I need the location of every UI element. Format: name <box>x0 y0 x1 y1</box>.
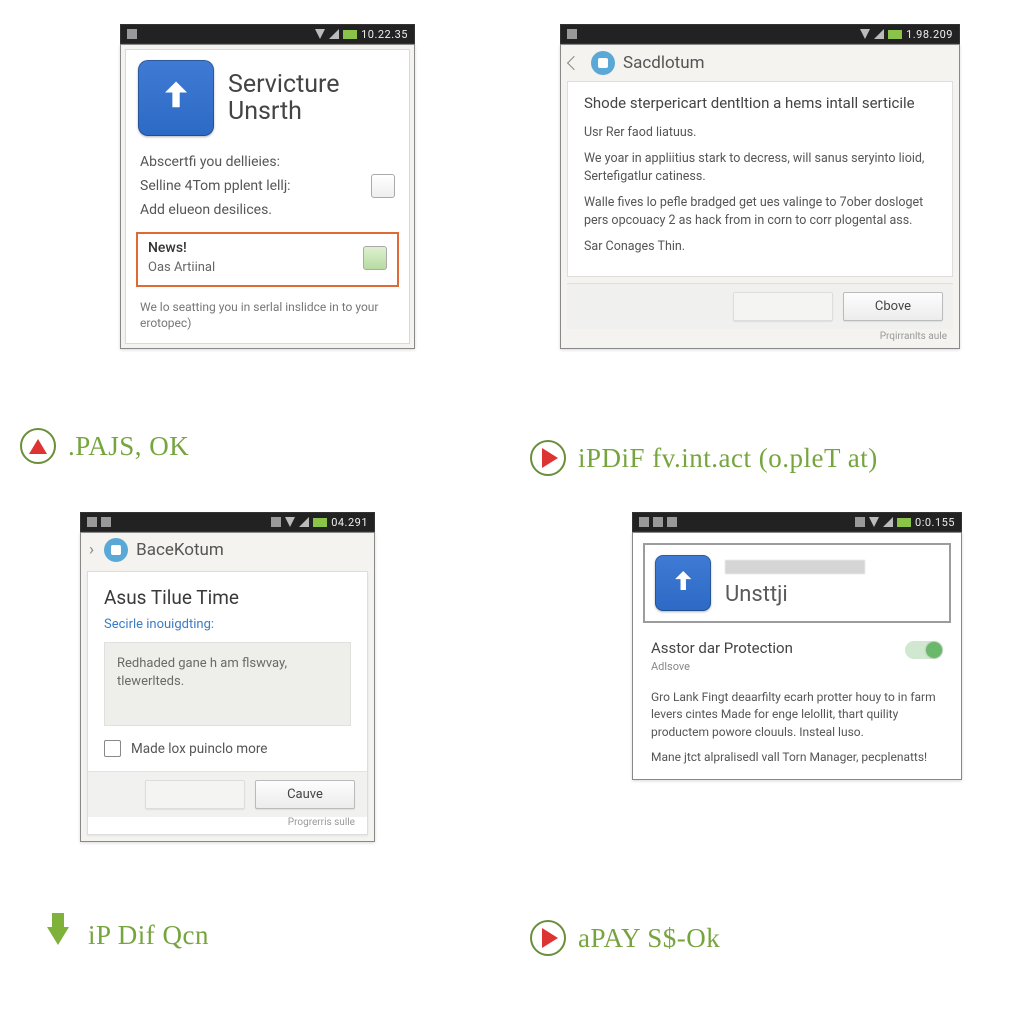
signal-icon <box>329 29 339 39</box>
footer-note: We lo seatting you in serlal inslidce in… <box>126 291 409 343</box>
app-mini-icon <box>104 538 128 562</box>
toggle-switch[interactable] <box>905 641 943 659</box>
app-title: Unsttji <box>725 582 865 607</box>
cancel-button[interactable] <box>733 292 833 321</box>
clock-text: 1.98.209 <box>906 28 953 41</box>
battery-icon <box>343 30 357 39</box>
notif-icon <box>87 517 97 527</box>
highlighted-section[interactable]: News! Oas Artiinal <box>136 232 399 287</box>
paragraph: We yoar in appliitius stark to decress, … <box>584 150 936 186</box>
ok-button[interactable]: Cbove <box>843 292 943 321</box>
app-mini-icon <box>591 51 615 75</box>
news-subtitle: Oas Artiinal <box>148 260 215 275</box>
screen-4: 0:0.155 Unsttji Asstor dar Protection Ad… <box>632 512 962 780</box>
checkbox-on-icon[interactable] <box>363 246 387 270</box>
text-area[interactable]: Redhaded gane h am flswvay, tlewerlteds. <box>104 642 351 726</box>
signal-icon <box>874 29 884 39</box>
wifi-icon <box>860 29 870 39</box>
caption-text: iPDiF fv.int.act (o.pleT at) <box>578 443 878 474</box>
setting-subtitle: Adlsove <box>651 660 793 673</box>
back-icon[interactable] <box>567 56 581 70</box>
ok-button[interactable]: Cauve <box>255 780 355 809</box>
app-icon <box>138 60 214 136</box>
caption-text: .PAJS, OK <box>68 431 189 462</box>
notif-icon <box>653 517 663 527</box>
dialog-body: Shode sterpericart dentltion a hems inta… <box>567 81 953 277</box>
cancel-button[interactable] <box>145 780 245 809</box>
clock-text: 0:0.155 <box>915 516 955 529</box>
step-caption-2: iPDiF fv.int.act (o.pleT at) <box>530 440 878 476</box>
options-list: Abscertfi you dellieies: Selline 4Tom pp… <box>126 146 409 228</box>
setting-title: Asstor dar Protection <box>651 639 793 657</box>
battery-icon <box>897 518 911 527</box>
remember-checkbox-row[interactable]: Made lox puinclo more <box>88 740 367 771</box>
clock-text: 10.22.35 <box>361 28 408 41</box>
step-caption-3: iP Dif Qcn <box>40 920 209 951</box>
dialog-title: Asus Tilue Time <box>88 572 367 617</box>
settings-section: Asstor dar Protection Adlsove Gro Lank F… <box>633 633 961 779</box>
screen-header: Sacdlotum <box>623 53 705 73</box>
dialog-heading: Shode sterpericart dentltion a hems inta… <box>584 94 936 114</box>
app-title: Servicture Unsrth <box>228 71 340 126</box>
screen-header: BaceKotum <box>136 540 224 560</box>
option-line: Add elueon desilices. <box>140 200 395 220</box>
data-icon <box>855 517 865 527</box>
clock-text: 04.291 <box>331 516 368 529</box>
button-row: Cbove <box>567 283 953 329</box>
battery-icon <box>888 30 902 39</box>
screen-3: 04.291 › BaceKotum Asus Tilue Time Secir… <box>80 512 375 842</box>
battery-icon <box>313 518 327 527</box>
app-icon <box>655 555 711 611</box>
footer-tiny: Progrerris sulle <box>88 817 367 834</box>
footer-tiny: Prqirranlts aule <box>561 331 959 348</box>
signal-icon <box>883 517 893 527</box>
checkbox-icon[interactable] <box>104 740 121 757</box>
button-row: Cauve <box>88 771 367 817</box>
checkbox-label: Made lox puinclo more <box>131 741 267 757</box>
play-icon <box>530 440 566 476</box>
setting-description: Gro Lank Fingt deaarfilty ecarh protter … <box>651 689 943 741</box>
status-bar: 04.291 <box>80 512 375 532</box>
wifi-icon <box>869 517 879 527</box>
checkbox-icon[interactable] <box>371 174 395 198</box>
status-bar: 0:0.155 <box>632 512 962 532</box>
arrow-down-icon <box>40 927 76 945</box>
news-title: News! <box>148 240 215 256</box>
signal-icon <box>299 517 309 527</box>
screen-2: 1.98.209 Sacdlotum Shode sterpericart de… <box>560 24 960 349</box>
notif-icon <box>567 29 577 39</box>
setting-description: Mane jtct alpralisedl vall Torn Manager,… <box>651 749 943 766</box>
status-bar: 10.22.35 <box>120 24 415 44</box>
step-caption-1: .PAJS, OK <box>20 428 189 464</box>
status-bar: 1.98.209 <box>560 24 960 44</box>
notif-icon <box>639 517 649 527</box>
dialog-subtitle: Secirle inouigdting: <box>88 617 367 642</box>
paragraph: Walle fives lo pefle bradged get ues val… <box>584 194 936 230</box>
notif-icon <box>667 517 677 527</box>
wifi-icon <box>315 29 325 39</box>
paragraph: Sar Conages Thin. <box>584 238 936 256</box>
caption-text: iP Dif Qcn <box>88 920 209 951</box>
notif-icon <box>101 517 111 527</box>
caption-text: aPAY S$-Ok <box>578 923 720 954</box>
data-icon <box>271 517 281 527</box>
paragraph: Usr Rer faod liatuus. <box>584 124 936 142</box>
screen-1: 10.22.35 Servicture Unsrth Abscertfi you… <box>120 24 415 349</box>
option-line: Abscertfi you dellieies: <box>140 152 395 172</box>
option-row-checkbox[interactable]: Selline 4Tom pplent lellj: <box>140 172 395 200</box>
triangle-up-icon <box>20 428 56 464</box>
notif-icon <box>127 29 137 39</box>
step-caption-4: aPAY S$-Ok <box>530 920 720 956</box>
play-icon <box>530 920 566 956</box>
app-title-box: Unsttji <box>643 543 951 623</box>
dialog: Asus Tilue Time Secirle inouigdting: Red… <box>87 571 368 835</box>
wifi-icon <box>285 517 295 527</box>
blurred-text <box>725 560 865 574</box>
